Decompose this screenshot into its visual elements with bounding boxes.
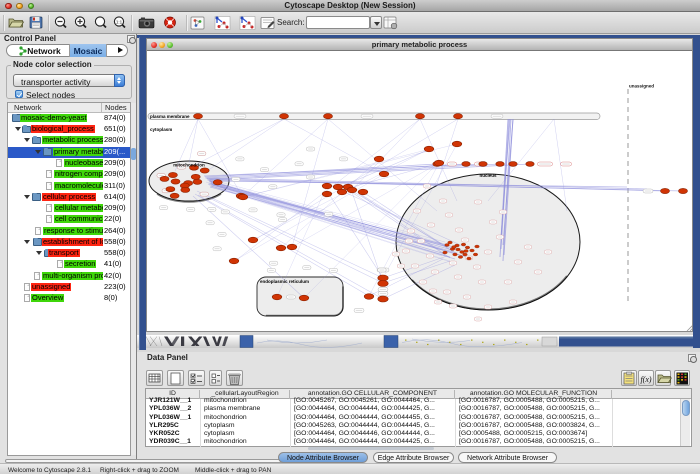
svg-text:endoplasmic reticulum: endoplasmic reticulum [260,279,309,284]
svg-text:unassigned: unassigned [629,83,654,88]
svg-text:nucleus: nucleus [479,173,497,178]
svg-text:mitochondrion: mitochondrion [173,162,205,167]
svg-text:f(x): f(x) [640,375,651,384]
svg-text:1:1: 1:1 [116,20,123,25]
svg-text:cytoplasm: cytoplasm [150,127,172,132]
svg-text:plasma membrane: plasma membrane [150,114,190,119]
